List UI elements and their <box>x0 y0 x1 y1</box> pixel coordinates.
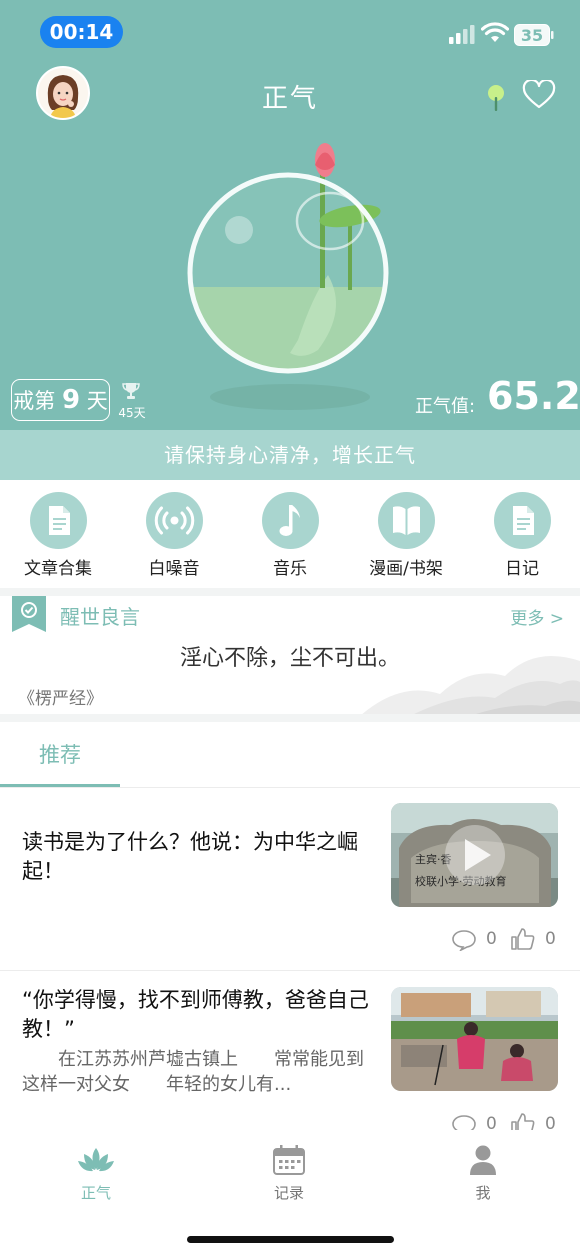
shortcut-bookshelf[interactable]: 漫画/书架 <box>348 492 464 579</box>
heart-icon[interactable] <box>522 80 556 110</box>
section-divider <box>0 588 580 596</box>
nav-label: 我 <box>475 1184 491 1202</box>
article-thumbnail-image[interactable] <box>391 987 558 1091</box>
article-title: “你学得慢，找不到师傅教，爸爸自己教！” <box>22 988 369 1041</box>
shortcut-music[interactable]: 音乐 <box>232 492 348 579</box>
shortcut-label: 白噪音 <box>148 559 200 579</box>
shortcut-white-noise[interactable]: 白噪音 <box>116 492 232 579</box>
like-icon[interactable] <box>510 927 536 951</box>
score-value: 65.2 <box>487 374 580 418</box>
broadcast-icon <box>145 492 203 549</box>
tree-icon[interactable] <box>486 83 506 113</box>
shortcut-label: 漫画/书架 <box>369 559 443 579</box>
like-count: 0 <box>545 929 556 949</box>
nav-item-zhengqi[interactable]: 正气 <box>36 1144 156 1203</box>
tab-recommend[interactable]: 推荐 <box>0 722 120 788</box>
daily-quote-card[interactable]: 醒世良言 更多 > 淫心不除，尘不可出。 《楞严经》 <box>0 596 580 714</box>
nav-label: 记录 <box>273 1184 304 1202</box>
streak-prefix: 戒第 <box>13 389 56 413</box>
streak-badge[interactable]: 戒第 9 天 <box>11 379 110 421</box>
book-icon <box>377 492 435 549</box>
comment-icon[interactable] <box>451 929 477 951</box>
nav-label: 正气 <box>80 1184 111 1202</box>
article-summary: 在江苏苏州芦墟古镇上 常常能见到这样一对父女 年轻的女儿有... <box>22 1049 364 1095</box>
lotus-icon <box>78 1148 114 1172</box>
shortcut-label: 文章合集 <box>24 559 92 579</box>
app-screen: 00:14 35 正气 戒第 9 天 45天 正气值: 65.2 请保持身心清净… <box>0 0 580 1255</box>
calendar-icon <box>273 1145 305 1175</box>
section-divider <box>0 714 580 722</box>
quote-source: 《楞严经》 <box>18 689 103 709</box>
hero-section: 00:14 35 正气 戒第 9 天 45天 正气值: 65.2 <box>0 0 580 430</box>
street-photo-image <box>391 987 558 1091</box>
article-thumbnail-video[interactable]: 主宾·香 校联小学·劳动教育 <box>391 803 558 907</box>
shortcut-articles[interactable]: 文章合集 <box>0 492 116 579</box>
comment-count: 0 <box>486 929 497 949</box>
article-title: 读书是为了什么？他说：为中华之崛起！ <box>22 830 358 883</box>
quote-text: 淫心不除，尘不可出。 <box>179 646 400 671</box>
document-icon <box>29 492 87 549</box>
music-note-icon <box>261 492 319 549</box>
wifi-icon <box>481 22 509 42</box>
diary-icon <box>493 492 551 549</box>
score-label: 正气值: <box>415 396 476 417</box>
trophy-icon <box>122 383 140 399</box>
feed-tabs: 推荐 <box>0 722 580 788</box>
shortcut-grid: 文章合集 白噪音 音乐 漫画/书架 日记 <box>0 480 580 588</box>
status-bar: 00:14 35 <box>0 0 580 60</box>
more-link[interactable]: 更多 > <box>510 604 564 629</box>
tab-active-indicator <box>0 784 120 787</box>
article-card[interactable]: 读书是为了什么？他说：为中华之崛起！ 主宾·香 校联小学·劳动教育 0 0 <box>0 788 580 970</box>
like-icon[interactable] <box>510 1112 536 1130</box>
battery-level: 35 <box>520 26 544 45</box>
shortcut-label: 日记 <box>505 559 539 579</box>
article-card[interactable]: “你学得慢，找不到师傅教，爸爸自己教！” 在江苏苏州芦墟古镇上 常常能见到这样一… <box>0 971 580 1130</box>
cellular-signal-icon <box>449 25 475 44</box>
home-indicator[interactable] <box>187 1236 394 1243</box>
motto-banner: 请保持身心清净，增长正气 <box>0 430 580 480</box>
status-time: 00:14 <box>40 16 123 48</box>
streak-suffix: 天 <box>86 389 108 413</box>
comment-count: 0 <box>486 1114 497 1130</box>
bookmark-icon <box>12 596 46 632</box>
shortcut-diary[interactable]: 日记 <box>464 492 580 579</box>
like-count: 0 <box>545 1114 556 1130</box>
comment-icon[interactable] <box>451 1114 477 1130</box>
quote-heading: 醒世良言 <box>60 605 140 629</box>
nav-item-me[interactable]: 我 <box>423 1144 543 1203</box>
streak-days: 9 <box>61 385 81 415</box>
shortcut-label: 音乐 <box>273 559 307 579</box>
video-thumbnail-image: 主宾·香 校联小学·劳动教育 <box>391 803 558 907</box>
person-icon <box>470 1145 496 1175</box>
nav-item-records[interactable]: 记录 <box>229 1144 349 1203</box>
lotus-globe-illustration <box>187 143 389 410</box>
record-days: 45天 <box>118 406 146 420</box>
